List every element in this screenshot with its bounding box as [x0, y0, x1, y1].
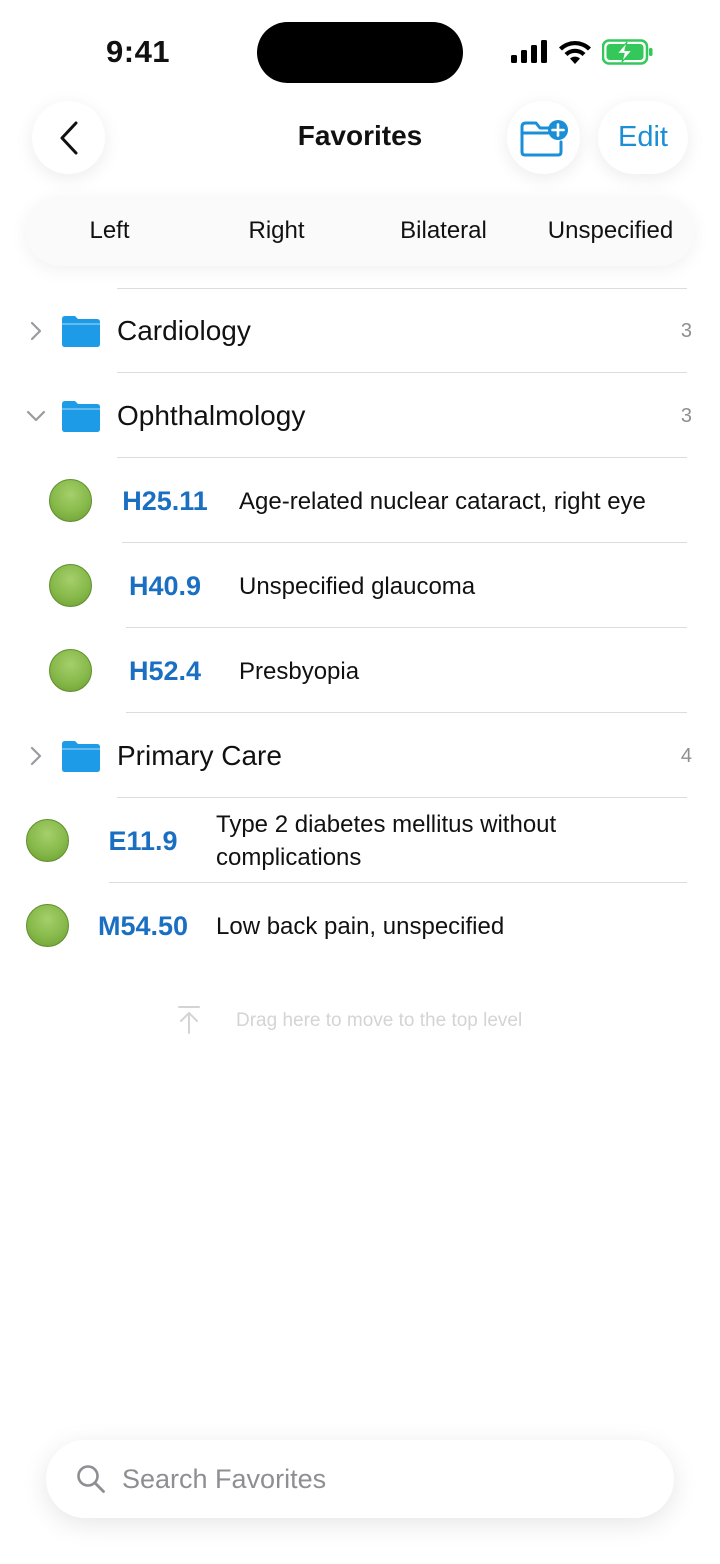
segment-bilateral[interactable]: Bilateral [360, 217, 527, 245]
new-folder-button[interactable] [507, 101, 580, 174]
code-label: H52.4 [128, 655, 202, 686]
segment-unspecified[interactable]: Unspecified [527, 217, 694, 245]
search-icon [77, 1465, 105, 1493]
arrow-up-to-line-icon [178, 1006, 200, 1034]
favorite-item-row[interactable]: H40.9 Unspecified glaucoma [0, 545, 720, 627]
code-label: H40.9 [128, 570, 202, 601]
code-description: Low back pain, unspecified [216, 912, 505, 940]
drag-to-top-level-zone[interactable]: Drag here to move to the top level [0, 1005, 720, 1039]
folder-count: 3 [680, 319, 692, 342]
folder-name: Primary Care [117, 740, 282, 771]
folder-name: Cardiology [117, 315, 251, 346]
status-icons [510, 36, 654, 68]
status-dot [26, 819, 69, 862]
code-label: H25.11 [122, 485, 208, 516]
search-input[interactable] [122, 1454, 642, 1504]
favorite-item-row[interactable]: M54.50 Low back pain, unspecified [0, 885, 720, 967]
folder-icon [62, 316, 100, 347]
chevron-down-icon[interactable] [26, 406, 46, 426]
search-bar[interactable] [46, 1440, 674, 1518]
segment-right[interactable]: Right [193, 217, 360, 245]
code-description: Type 2 diabetes mellitus without complic… [216, 811, 557, 871]
folder-count: 3 [680, 404, 692, 427]
code-label: M54.50 [97, 910, 189, 941]
divider [109, 882, 687, 883]
edit-button[interactable]: Edit [598, 101, 688, 174]
folder-row-ophthalmology[interactable]: Ophthalmology 3 [0, 374, 720, 458]
status-dot [49, 564, 92, 607]
folder-icon [62, 401, 100, 432]
folder-icon [62, 741, 100, 772]
drag-hint-text: Drag here to move to the top level [236, 1010, 523, 1031]
divider [122, 542, 687, 543]
divider [117, 797, 687, 798]
code-description: Presbyopia [239, 657, 360, 685]
battery-charging-icon [602, 39, 653, 65]
favorite-item-row[interactable]: H25.11 Age-related nuclear cataract, rig… [0, 460, 720, 542]
folder-count: 4 [680, 744, 692, 767]
segment-left[interactable]: Left [26, 217, 193, 245]
favorite-item-row[interactable]: E11.9 Type 2 diabetes mellitus without c… [0, 800, 720, 882]
folder-row-cardiology[interactable]: Cardiology 3 [0, 289, 720, 373]
code-description: Age-related nuclear cataract, right eye [239, 487, 646, 515]
divider [117, 372, 687, 373]
code-label: E11.9 [108, 825, 178, 856]
cellular-signal-icon [511, 40, 547, 63]
status-bar: 9:41 [0, 0, 720, 100]
laterality-segmented-control: Left Right Bilateral Unspecified [26, 196, 694, 266]
folder-add-icon [520, 119, 568, 156]
status-time: 9:41 [106, 34, 171, 69]
divider [117, 457, 687, 458]
divider [126, 712, 687, 713]
dynamic-island [257, 22, 463, 83]
folder-name: Ophthalmology [117, 400, 306, 431]
folder-row-primary-care[interactable]: Primary Care 4 [0, 714, 720, 798]
status-dot [49, 479, 92, 522]
wifi-icon [559, 41, 591, 64]
chevron-right-icon[interactable] [26, 746, 46, 766]
favorite-item-row[interactable]: H52.4 Presbyopia [0, 630, 720, 712]
status-dot [26, 904, 69, 947]
status-dot [49, 649, 92, 692]
divider [126, 627, 687, 628]
chevron-right-icon[interactable] [26, 321, 46, 341]
code-description: Unspecified glaucoma [239, 572, 476, 600]
